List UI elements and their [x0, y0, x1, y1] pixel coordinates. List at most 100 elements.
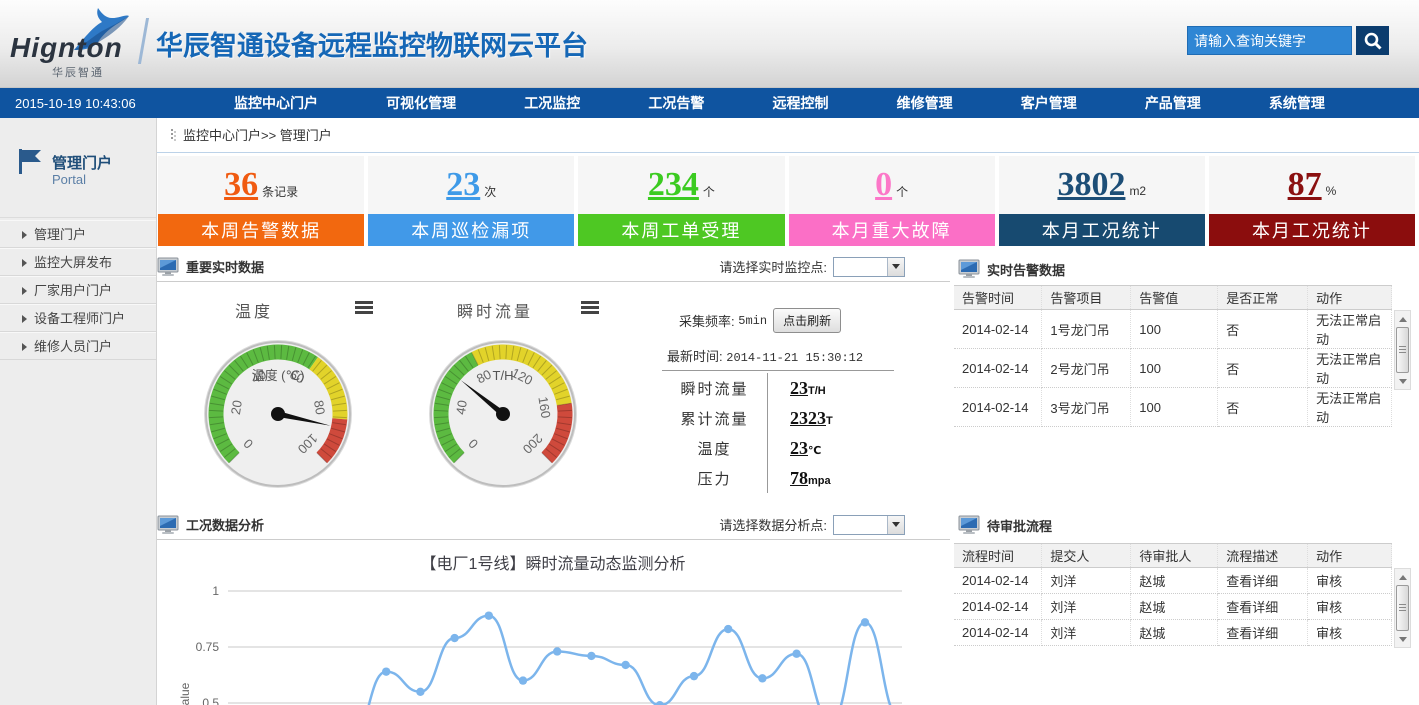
nav-item-1[interactable]: 可视化管理 — [386, 93, 456, 113]
table-row[interactable]: 2014-02-142号龙门吊100否无法正常启动 — [954, 349, 1392, 388]
table-row[interactable]: 2014-02-143号龙门吊100否无法正常启动 — [954, 388, 1392, 427]
table-row[interactable]: 2014-02-14刘洋赵城查看详细审核 — [954, 620, 1392, 646]
sidebar-item-1[interactable]: 监控大屏发布 — [0, 248, 156, 276]
alarm-panel-header: 实时告警数据 — [950, 254, 1419, 284]
arrow-down-icon — [1399, 379, 1407, 384]
scroll-down-button[interactable] — [1396, 632, 1409, 646]
analysis-section-header: 工况数据分析 请选择数据分析点: — [157, 510, 950, 540]
stat-value[interactable]: 3802 — [1057, 168, 1125, 202]
reading-value[interactable]: 23 — [790, 438, 808, 458]
nav-item-6[interactable]: 客户管理 — [1021, 93, 1077, 113]
alarm-table-scrollbar[interactable] — [1394, 310, 1411, 390]
stat-card-3[interactable]: 0个本月重大故障 — [789, 156, 995, 246]
svg-text:20: 20 — [228, 399, 245, 416]
stat-value[interactable]: 36 — [224, 168, 258, 202]
portal-header: 管理门户 Portal — [0, 118, 156, 218]
monitor-icon — [157, 257, 179, 277]
select-dropdown-button[interactable] — [887, 516, 904, 534]
header-search — [1187, 26, 1389, 55]
stat-card-0[interactable]: 36条记录本周告警数据 — [158, 156, 364, 246]
sidebar: 管理门户 Portal 管理门户监控大屏发布厂家用户门户设备工程师门户维修人员门… — [0, 118, 157, 705]
select-dropdown-button[interactable] — [887, 258, 904, 276]
scroll-down-button[interactable] — [1396, 374, 1409, 388]
stat-card-2[interactable]: 234个本周工单受理 — [578, 156, 784, 246]
nav-item-2[interactable]: 工况监控 — [524, 93, 580, 113]
nav-item-7[interactable]: 产品管理 — [1145, 93, 1201, 113]
analysis-section-title: 工况数据分析 — [186, 515, 264, 534]
portal-title: 管理门户 — [52, 152, 112, 173]
triangle-right-icon — [22, 287, 27, 295]
chart-menu-icon[interactable] — [581, 301, 599, 314]
flag-icon — [18, 148, 42, 174]
svg-text:80: 80 — [311, 399, 328, 416]
app-header: Hignton 华辰智通 华辰智通设备远程监控物联网云平台 — [0, 0, 1419, 88]
sidebar-item-3[interactable]: 设备工程师门户 — [0, 304, 156, 332]
realtime-section-header: 重要实时数据 请选择实时监控点: — [157, 252, 950, 282]
reading-row-0: 瞬时流量23T/H — [662, 373, 894, 403]
stat-unit: 个 — [896, 183, 908, 200]
stat-unit: m2 — [1129, 184, 1146, 198]
sidebar-item-4[interactable]: 维修人员门户 — [0, 332, 156, 360]
stat-value[interactable]: 23 — [446, 168, 480, 202]
triangle-right-icon — [22, 259, 27, 267]
stats-row: 36条记录本周告警数据23次本周巡检漏项234个本周工单受理0个本月重大故障38… — [158, 156, 1415, 246]
sidebar-item-2[interactable]: 厂家用户门户 — [0, 276, 156, 304]
table-row[interactable]: 2014-02-141号龙门吊100否无法正常启动 — [954, 310, 1392, 349]
nav-item-8[interactable]: 系统管理 — [1269, 93, 1325, 113]
logo-text: Hignton — [10, 32, 123, 64]
reading-value[interactable]: 23 — [790, 378, 808, 398]
nav-item-3[interactable]: 工况告警 — [648, 93, 704, 113]
scroll-up-button[interactable] — [1396, 312, 1409, 326]
stat-label: 本周工单受理 — [578, 214, 784, 246]
reading-row-1: 累计流量2323T — [662, 403, 894, 433]
search-input[interactable] — [1187, 26, 1352, 55]
approval-table-scrollbar[interactable] — [1394, 568, 1411, 648]
nav-item-5[interactable]: 维修管理 — [897, 93, 953, 113]
stat-value[interactable]: 0 — [875, 168, 892, 202]
realtime-section-title: 重要实时数据 — [186, 257, 264, 276]
column-header: 动作 — [1308, 544, 1392, 568]
triangle-right-icon — [22, 231, 27, 239]
reading-value[interactable]: 78 — [790, 468, 808, 488]
nav-menu: 监控中心门户 可视化管理 工况监控 工况告警 远程控制 维修管理 客户管理 产品管理 系统管理 — [200, 93, 1419, 113]
stat-value[interactable]: 234 — [648, 168, 699, 202]
monitor-icon — [958, 259, 980, 279]
scroll-up-button[interactable] — [1396, 570, 1409, 584]
chart-menu-icon[interactable] — [355, 301, 373, 314]
stat-card-5[interactable]: 87%本月工况统计 — [1209, 156, 1415, 246]
table-row[interactable]: 2014-02-14刘洋赵城查看详细审核 — [954, 594, 1392, 620]
stat-unit: % — [1326, 184, 1337, 198]
stat-card-1[interactable]: 23次本周巡检漏项 — [368, 156, 574, 246]
logo-subtext: 华辰智通 — [52, 64, 104, 80]
nav-item-4[interactable]: 远程控制 — [772, 93, 828, 113]
table-row[interactable]: 2014-02-14刘洋赵城查看详细审核 — [954, 568, 1392, 594]
nav-item-0[interactable]: 监控中心门户 — [234, 93, 318, 113]
collect-frequency: 采集频率: 5min 点击刷新 — [679, 308, 841, 333]
column-header: 提交人 — [1042, 544, 1131, 568]
scrollbar-thumb[interactable] — [1396, 585, 1409, 631]
approval-panel-title: 待审批流程 — [987, 516, 1052, 535]
stat-card-4[interactable]: 3802m2本月工况统计 — [999, 156, 1205, 246]
realtime-point-select[interactable] — [833, 257, 905, 277]
sidebar-item-0[interactable]: 管理门户 — [0, 220, 156, 248]
refresh-button[interactable]: 点击刷新 — [773, 308, 841, 333]
alarm-panel-title: 实时告警数据 — [987, 260, 1065, 279]
scrollbar-thumb[interactable] — [1396, 327, 1409, 373]
svg-text:0.5: 0.5 — [202, 696, 219, 705]
dashboard-page: { "header": { "logo_text": "Hignton", "l… — [0, 0, 1419, 705]
svg-text:0.75: 0.75 — [196, 640, 220, 654]
analysis-selector: 请选择数据分析点: — [719, 515, 905, 535]
search-button[interactable] — [1356, 26, 1389, 55]
sidebar-menu: 管理门户监控大屏发布厂家用户门户设备工程师门户维修人员门户 — [0, 220, 156, 360]
analysis-point-select[interactable] — [833, 515, 905, 535]
svg-text:温度 (℃): 温度 (℃) — [252, 368, 305, 383]
stat-value[interactable]: 87 — [1288, 168, 1322, 202]
svg-text:【电厂1号线】瞬时流量动态监测分析: 【电厂1号线】瞬时流量动态监测分析 — [421, 555, 686, 573]
triangle-right-icon — [22, 315, 27, 323]
flow-gauge: 04080120160200T/H — [427, 338, 579, 490]
reading-row-3: 压力78mpa — [662, 463, 894, 493]
svg-text:value: value — [178, 682, 192, 705]
realtime-selector: 请选择实时监控点: — [719, 257, 905, 277]
reading-value[interactable]: 2323 — [790, 408, 826, 428]
column-header: 待审批人 — [1131, 544, 1218, 568]
